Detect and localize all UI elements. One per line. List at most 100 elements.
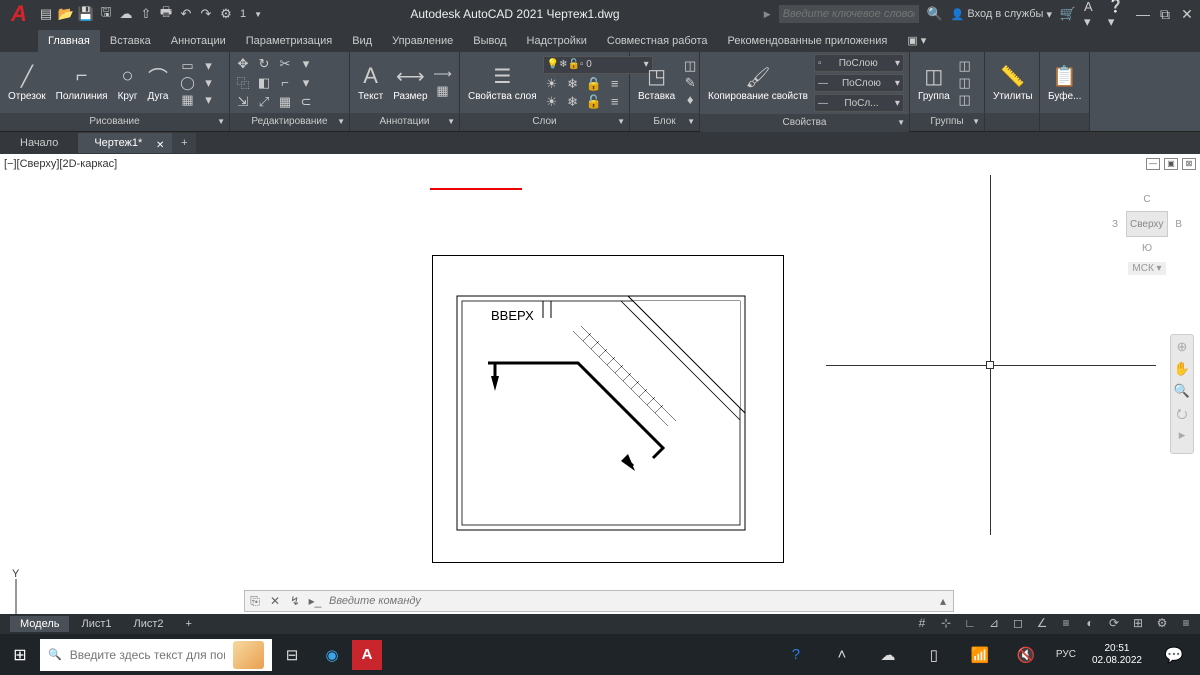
dimension-button[interactable]: ⟷Размер [389,61,431,104]
notifications-icon[interactable]: 💬 [1154,646,1194,664]
close-icon[interactable]: ✕ [1178,5,1196,23]
cycle-icon[interactable]: ⟳ [1104,616,1124,632]
scale-icon[interactable]: ⤢ [255,94,273,110]
pan-icon[interactable]: ✋ [1171,361,1193,383]
tab-output[interactable]: Вывод [463,30,516,52]
panel-groups-title[interactable]: Группы▼ [910,113,984,131]
command-input[interactable] [325,595,933,607]
login-link[interactable]: 👤 Вход в службы ▾ [951,8,1052,21]
onedrive-icon[interactable]: ☁ [868,646,908,664]
showmotion-icon[interactable]: ▸ [1171,427,1193,449]
utilities-button[interactable]: 📏Утилиты [989,61,1037,104]
tray-chevron-icon[interactable]: ˄ [822,646,862,663]
line-button[interactable]: ╱Отрезок [4,61,50,104]
arc-button[interactable]: ⌒Дуга [144,61,173,104]
redo-icon[interactable]: ↷ [198,6,214,22]
app-store-icon[interactable]: 🛒 [1060,6,1076,22]
taskbar-clock[interactable]: 20:51 02.08.2022 [1086,643,1148,667]
vp-min-icon[interactable]: — [1146,158,1160,170]
tab-close-icon[interactable]: ✕ [156,136,164,156]
tab-express[interactable]: Рекомендованные приложения [718,30,898,52]
array-icon[interactable]: ▦ [276,94,294,110]
panel-block-title[interactable]: Блок▼ [630,113,699,131]
layer-lock-icon[interactable]: 🔒 [585,76,603,92]
rotate-icon[interactable]: ↻ [255,56,273,72]
layout1-tab[interactable]: Лист1 [71,616,121,632]
create-block-icon[interactable]: ◫ [681,58,699,74]
app-logo-icon[interactable]: A [4,0,34,28]
edit-block-icon[interactable]: ✎ [681,75,699,91]
trim-icon[interactable]: ✂ [276,56,294,72]
battery-icon[interactable]: ▯ [914,646,954,664]
color-selector[interactable]: ▫ПоСлою▾ [814,54,904,72]
viewcube-top-face[interactable]: Сверху [1126,211,1168,237]
orbit-icon[interactable]: ⭮ [1171,405,1193,427]
polar-icon[interactable]: ⊿ [984,616,1004,632]
layer-freeze-icon[interactable]: ❄ [564,76,582,92]
annoscale-icon[interactable]: ⊞ [1128,616,1148,632]
save-icon[interactable]: 💾 [78,6,94,22]
layer-match-icon[interactable]: ≡ [606,76,624,92]
viewcube-east[interactable]: В [1175,219,1182,230]
view-cube[interactable]: С З Сверху В Ю МСК ▾ [1112,194,1182,275]
vp-max-icon[interactable]: ▣ [1164,158,1178,170]
polyline-button[interactable]: ⌐Полилиния [52,61,112,104]
help-search-input[interactable] [779,5,919,23]
cmd-up-icon[interactable]: ▴ [933,594,953,608]
plot-icon[interactable]: 🖶 [158,6,174,22]
saveas-icon[interactable]: 🖫 [98,6,114,22]
layer-off-icon[interactable]: ☀ [543,76,561,92]
cloud-open-icon[interactable]: ☁ [118,6,134,22]
tab-parametric[interactable]: Параметризация [236,30,342,52]
restore-icon[interactable]: ⧉ [1156,5,1174,23]
autocad-taskbar-icon[interactable]: A [352,640,382,670]
layer-props-button[interactable]: ☰Свойства слоя [464,62,541,104]
ellipse-icon[interactable]: ◯ [178,75,196,91]
ortho-icon[interactable]: ∟ [960,616,980,632]
stretch-icon[interactable]: ⇲ [234,94,252,110]
cmd-close-icon[interactable]: ✕ [265,594,285,608]
attr-icon[interactable]: ♦ [681,92,699,108]
cmd-recent-icon[interactable]: ↯ [285,594,305,608]
lweight-icon[interactable]: ≡ [1056,616,1076,632]
help-icon[interactable]: ❔ ▾ [1108,6,1124,22]
tab-insert[interactable]: Вставка [100,30,161,52]
lineweight-selector[interactable]: —ПоСлою▾ [814,74,904,92]
group-button[interactable]: ◫Группа [914,61,954,104]
panel-draw-title[interactable]: Рисование▼ [0,113,229,131]
cloud-save-icon[interactable]: ⇧ [138,6,154,22]
workspace-icon[interactable]: ⚙ [1152,616,1172,632]
move-icon[interactable]: ✥ [234,56,252,72]
undo-icon[interactable]: ↶ [178,6,194,22]
viewport-label[interactable]: [−][Сверху][2D-каркас] [4,158,117,170]
tab-featured[interactable]: ▣ ▾ [897,29,936,52]
start-tab[interactable]: Начало [0,132,78,154]
tab-view[interactable]: Вид [342,30,382,52]
language-indicator[interactable]: РУС [1052,649,1080,660]
autodesk-icon[interactable]: A ▾ [1084,6,1100,22]
tab-collab[interactable]: Совместная работа [597,30,718,52]
add-layout-button[interactable]: + [176,616,202,632]
fillet-icon[interactable]: ⌐ [276,75,294,91]
edge-icon[interactable]: ◉ [312,646,352,664]
volume-icon[interactable]: 🔇 [1006,646,1046,664]
vp-close-icon[interactable]: ⊠ [1182,158,1196,170]
snap-icon[interactable]: ⊹ [936,616,956,632]
open-icon[interactable]: 📂 [58,6,74,22]
clipboard-button[interactable]: 📋Буфе... [1044,61,1085,104]
layout2-tab[interactable]: Лист2 [124,616,174,632]
copy-icon[interactable]: ⿻ [234,75,252,91]
new-icon[interactable]: ▤ [38,6,54,22]
grid-icon[interactable]: # [912,616,932,632]
table-icon[interactable]: ▦ [434,83,452,99]
rect-icon[interactable]: ▭ [178,58,196,74]
new-tab-button[interactable]: + [172,133,196,153]
tab-annotate[interactable]: Аннотации [161,30,236,52]
match-props-button[interactable]: 🖌Копирование свойств [704,62,812,104]
start-button[interactable]: ⊞ [0,645,40,665]
tab-manage[interactable]: Управление [382,30,463,52]
minimize-icon[interactable]: — [1134,5,1152,23]
panel-layers-title[interactable]: Слои▼ [460,113,629,131]
leader-icon[interactable]: ⟶ [434,66,452,82]
command-line[interactable]: ⎘ ✕ ↯ ▸_ ▴ [244,590,954,612]
